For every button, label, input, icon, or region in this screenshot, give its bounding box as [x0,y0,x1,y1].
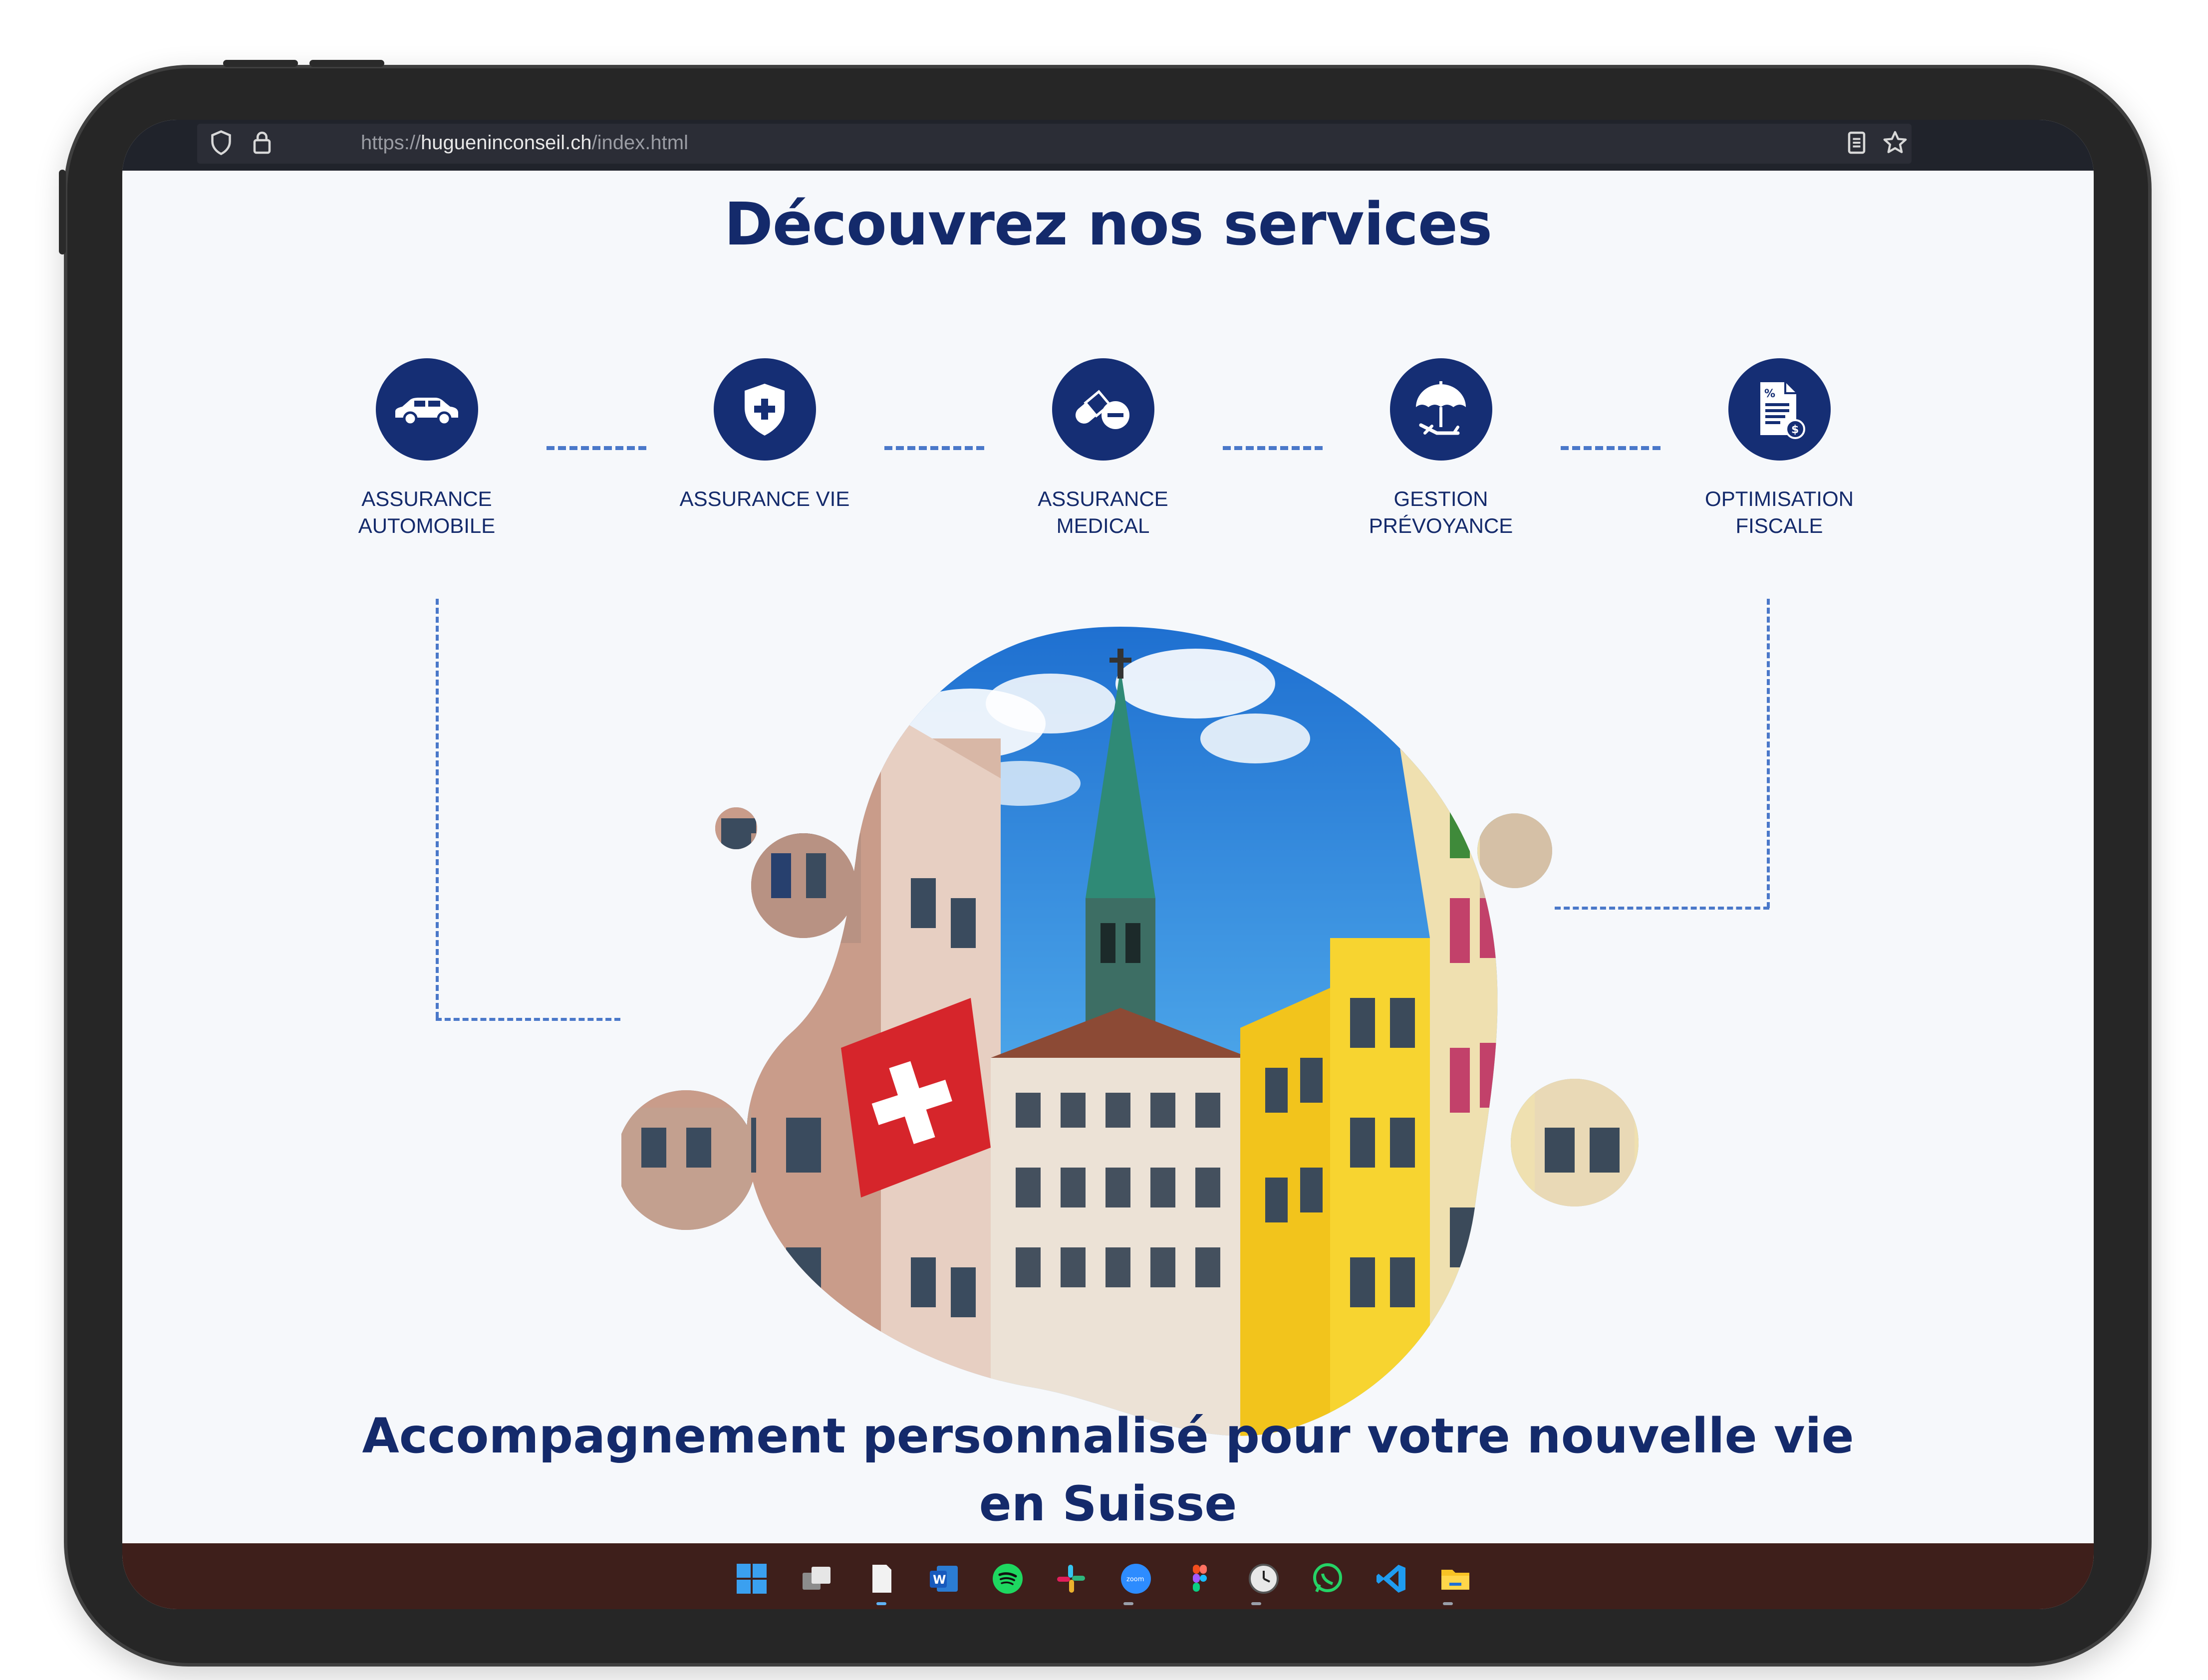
service-label: ASSURANCE MEDICAL [1038,487,1168,537]
running-indicator [1251,1602,1261,1605]
umbrella-chair-icon [1389,358,1492,461]
clock-icon[interactable] [1246,1561,1281,1596]
svg-text:%: % [1764,388,1775,400]
service-assurance-medical[interactable]: ASSURANCE MEDICAL [998,358,1208,539]
bookmark-star-icon[interactable] [1880,128,1910,160]
figma-icon[interactable] [1182,1561,1217,1596]
volume-button-1 [223,60,298,67]
url-text[interactable]: https://hugueninconseil.ch/index.html [361,132,688,154]
running-indicator [1123,1602,1133,1605]
tax-document-icon: % $ [1728,358,1831,461]
shield-cross-icon [713,358,816,461]
shield-icon[interactable] [206,128,236,160]
url-prefix: https:// [361,132,421,154]
svg-text:$: $ [1791,424,1799,436]
whatsapp-icon[interactable] [1310,1561,1345,1596]
active-indicator [876,1602,886,1605]
service-assurance-vie[interactable]: ASSURANCE VIE [660,358,869,512]
service-label: ASSURANCE VIE [679,487,850,510]
screen: https://hugueninconseil.ch/index.html Dé… [122,120,2094,1609]
slack-icon[interactable] [1054,1561,1089,1596]
connector-left-vertical [436,599,439,1018]
windows-start-icon[interactable] [734,1561,769,1596]
svg-text:zoom: zoom [1126,1576,1144,1583]
connector-dashes [884,446,984,450]
notepad-icon[interactable] [864,1561,899,1596]
service-assurance-automobile[interactable]: ASSURANCE AUTOMOBILE [322,358,532,539]
side-button [59,170,66,254]
word-icon[interactable]: W [926,1561,961,1596]
zoom-icon[interactable]: zoom [1118,1561,1153,1596]
volume-button-2 [309,60,384,67]
section-subtitle: Accompagnement personnalisé pour votre n… [362,1408,1854,1532]
connector-dashes [1561,446,1660,450]
lock-icon[interactable] [247,128,277,160]
service-gestion-prevoyance[interactable]: GESTION PRÉVOYANCE [1336,358,1546,539]
service-label: OPTIMISATION FISCALE [1705,487,1854,537]
service-label: GESTION PRÉVOYANCE [1369,487,1513,537]
connector-left-horizontal [436,1018,620,1021]
browser-toolbar: https://hugueninconseil.ch/index.html [122,120,2094,171]
file-explorer-icon[interactable] [1438,1561,1473,1596]
page-title: Découvrez nos services [724,190,1492,258]
car-icon [375,358,478,461]
pills-icon [1052,358,1154,461]
swiss-street-photo [621,619,1719,1492]
connector-dashes [547,446,646,450]
taskbar: W zoom [122,1543,2094,1609]
running-indicator [1443,1602,1453,1605]
svg-text:W: W [933,1573,946,1587]
service-label: ASSURANCE AUTOMOBILE [358,487,496,537]
connector-dashes [1223,446,1323,450]
task-view-icon[interactable] [799,1561,834,1596]
url-path: /index.html [591,132,688,154]
spotify-icon[interactable] [990,1561,1025,1596]
reader-view-icon[interactable] [1842,128,1872,160]
address-bar[interactable]: https://hugueninconseil.ch/index.html [197,124,1912,164]
vscode-icon[interactable] [1374,1561,1409,1596]
url-domain: hugueninconseil.ch [421,132,592,154]
connector-right-vertical [1767,599,1770,908]
service-optimisation-fiscale[interactable]: % $ OPTIMISATION FISCALE [1674,358,1884,539]
